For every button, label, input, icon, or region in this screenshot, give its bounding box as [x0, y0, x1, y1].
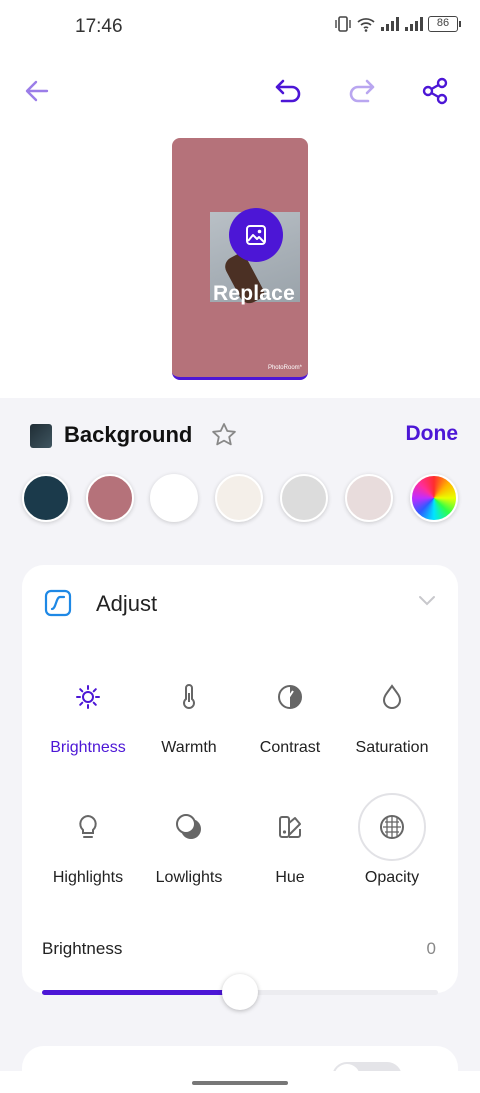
tool-label: Warmth [161, 739, 217, 756]
signal-icon-2 [404, 16, 424, 32]
watermark: PhotoRoom* [267, 365, 302, 371]
wifi-icon [356, 16, 376, 32]
swatch-dusty-rose[interactable] [86, 474, 134, 522]
undo-button[interactable] [272, 74, 306, 108]
sun-icon [56, 665, 120, 729]
background-thumbnail [30, 424, 52, 448]
battery-icon: 86 [428, 16, 461, 32]
tool-label: Saturation [355, 739, 429, 756]
tool-saturation[interactable]: Saturation [342, 665, 442, 757]
redo-icon [349, 79, 375, 103]
slider-value: 0 [426, 939, 436, 958]
swatch-light-gray[interactable] [280, 474, 328, 522]
redo-button[interactable] [344, 74, 378, 108]
background-title: Background [64, 422, 193, 447]
drop-icon [360, 665, 424, 729]
tool-brightness[interactable]: Brightness [38, 665, 138, 757]
tool-label: Lowlights [155, 869, 223, 886]
tool-label: Highlights [52, 869, 124, 886]
status-icons: 86 [334, 16, 461, 32]
chevron-down-icon[interactable] [418, 593, 436, 611]
thermometer-icon [157, 665, 221, 729]
tool-opacity[interactable]: Opacity [342, 793, 442, 887]
swatch-blush[interactable] [345, 474, 393, 522]
palette-icon [258, 795, 322, 859]
vibrate-icon [334, 16, 352, 32]
slider-thumb[interactable] [222, 974, 258, 1010]
slider-label: Brightness [42, 939, 123, 958]
favorite-button[interactable] [210, 421, 238, 454]
swatch-dark-teal[interactable] [22, 474, 70, 522]
contrast-icon [258, 665, 322, 729]
tool-label: Hue [275, 869, 305, 886]
background-header: Background Done [0, 420, 480, 452]
slider-fill [42, 990, 240, 995]
status-bar: 17:46 86 [0, 0, 480, 56]
replace-button[interactable] [229, 208, 283, 262]
status-time: 17:46 [75, 16, 123, 37]
tool-hue[interactable]: Hue [240, 795, 340, 887]
share-icon [422, 77, 448, 105]
home-indicator[interactable] [192, 1081, 288, 1085]
lowlights-icon [157, 795, 221, 859]
tool-label: Opacity [364, 869, 420, 886]
background-panel: Background Done Adjust Brightness Warmth… [0, 398, 480, 1093]
tool-contrast[interactable]: Contrast [240, 665, 340, 757]
tool-label: Brightness [50, 739, 126, 756]
arrow-left-icon [25, 80, 49, 102]
canvas-preview[interactable]: Replace PhotoRoom* [172, 138, 308, 380]
color-swatches [0, 474, 480, 524]
adjust-curve-icon [44, 589, 72, 617]
undo-icon [275, 79, 301, 103]
tool-highlights[interactable]: Highlights [38, 795, 138, 887]
adjust-title: Adjust [96, 591, 158, 616]
bulb-icon [56, 795, 120, 859]
signal-icon-1 [380, 16, 400, 32]
tool-label: Contrast [259, 739, 321, 756]
tool-warmth[interactable]: Warmth [139, 665, 239, 757]
preview-background[interactable]: Replace PhotoRoom* [172, 138, 308, 380]
star-icon [212, 423, 236, 446]
back-button[interactable] [20, 74, 54, 108]
adjust-header[interactable]: Adjust [44, 587, 436, 621]
swatch-cream[interactable] [215, 474, 263, 522]
image-icon [246, 225, 266, 245]
tool-lowlights[interactable]: Lowlights [139, 795, 239, 887]
share-button[interactable] [418, 74, 452, 108]
swatch-white[interactable] [150, 474, 198, 522]
system-nav-bar [0, 1071, 480, 1093]
brightness-slider[interactable] [42, 974, 438, 1010]
adjust-card: Adjust Brightness Warmth Contrast Satura… [22, 565, 458, 1010]
done-button[interactable]: Done [406, 422, 459, 446]
opacity-icon [358, 793, 426, 861]
color-picker-wheel[interactable] [410, 474, 458, 522]
replace-label[interactable]: Replace [213, 282, 295, 306]
top-toolbar [0, 68, 480, 114]
